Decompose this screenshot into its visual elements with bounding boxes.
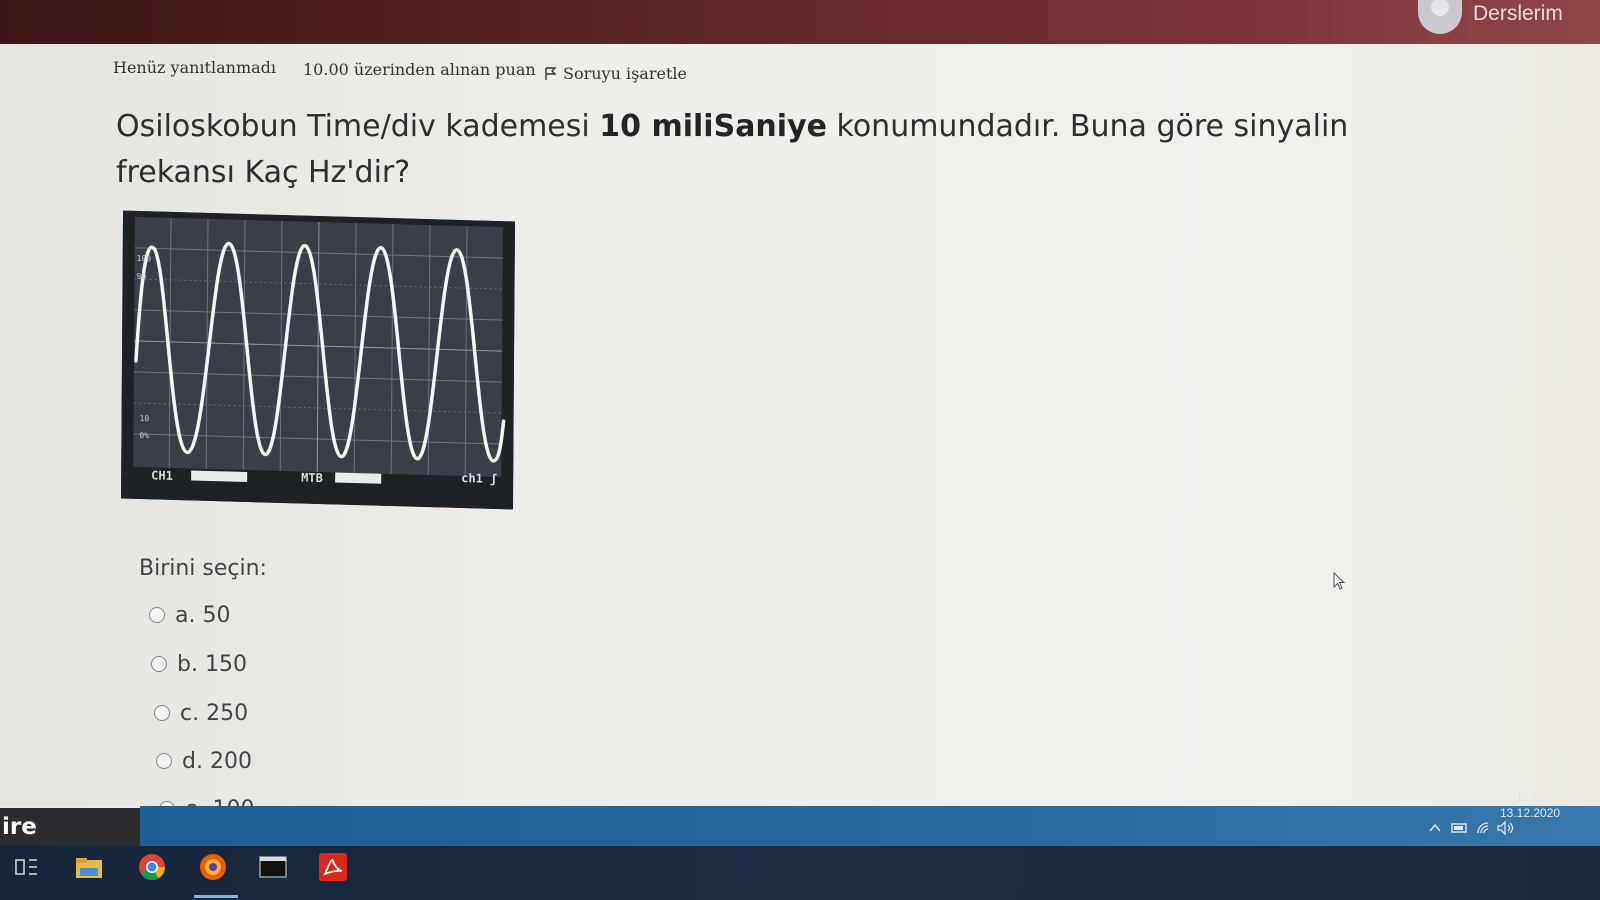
redacted-bar bbox=[335, 472, 382, 484]
answer-option-c[interactable]: c. 250 bbox=[154, 701, 248, 726]
quiz-timer: ire 0:14:39 bbox=[0, 808, 140, 878]
answer-label: a. 50 bbox=[175, 603, 231, 628]
answer-label: b. 150 bbox=[177, 652, 247, 677]
question-text-part: Osiloskobun Time/div kademesi bbox=[116, 109, 600, 144]
clock-time[interactable]: 11:10 bbox=[1516, 790, 1545, 804]
firefox-icon[interactable] bbox=[198, 852, 228, 882]
answer-option-d[interactable]: d. 200 bbox=[156, 749, 252, 774]
scale-label: 10 bbox=[140, 414, 150, 423]
question-text-bold: 10 miliSaniye bbox=[599, 109, 827, 144]
ch-label: CH1 bbox=[151, 468, 173, 483]
flag-question-link[interactable]: Soruyu işaretle bbox=[545, 64, 687, 83]
wifi-icon bbox=[1477, 822, 1489, 834]
terminal-icon[interactable] bbox=[258, 852, 288, 882]
oscilloscope-image: 100 90 10 0% CH1 MTB ch1 ʃ bbox=[120, 210, 516, 510]
clock-date[interactable]: 13.12.2020 bbox=[1500, 806, 1560, 820]
answer-option-b[interactable]: b. 150 bbox=[151, 652, 247, 677]
scale-label: 0% bbox=[139, 431, 149, 440]
answer-option-a[interactable]: a. 50 bbox=[149, 603, 230, 628]
radio-button[interactable] bbox=[156, 753, 172, 769]
question-text: Osiloskobun Time/div kademesi 10 miliSan… bbox=[116, 104, 1436, 196]
task-view-icon[interactable] bbox=[12, 852, 42, 882]
flag-icon bbox=[545, 67, 557, 80]
question-state: Henüz yanıtlanmadı bbox=[113, 58, 277, 77]
mouse-cursor-icon bbox=[1333, 572, 1346, 590]
scale-label: 90 bbox=[137, 272, 147, 281]
chrome-icon[interactable] bbox=[137, 852, 167, 882]
flag-question-label: Soruyu işaretle bbox=[563, 64, 687, 83]
acrobat-reader-icon[interactable] bbox=[318, 852, 348, 882]
chevron-up-icon bbox=[1429, 823, 1441, 832]
active-app-indicator bbox=[194, 895, 238, 898]
answer-label: c. 250 bbox=[180, 701, 249, 726]
system-strip: 11:10 13.12.2020 bbox=[140, 790, 1600, 850]
my-courses-link[interactable]: Derslerim bbox=[1473, 2, 1563, 26]
radio-button[interactable] bbox=[149, 607, 165, 623]
scale-label: 100 bbox=[137, 254, 152, 263]
radio-button[interactable] bbox=[154, 705, 170, 721]
user-avatar[interactable] bbox=[1418, 0, 1462, 34]
tray-icons[interactable] bbox=[1428, 820, 1518, 836]
taskbar bbox=[0, 846, 1600, 900]
trigger-label: ch1 ʃ bbox=[461, 471, 497, 486]
question-grade: 10.00 üzerinden alınan puan bbox=[303, 60, 536, 79]
file-explorer-icon[interactable] bbox=[74, 852, 104, 882]
answer-label: d. 200 bbox=[182, 749, 252, 774]
site-header: Derslerim bbox=[0, 0, 1600, 44]
volume-icon bbox=[1497, 820, 1514, 836]
redacted-bar bbox=[191, 470, 248, 483]
answer-prompt: Birini seçin: bbox=[139, 556, 267, 581]
mtb-label: MTB bbox=[301, 471, 323, 486]
radio-button[interactable] bbox=[151, 656, 167, 672]
